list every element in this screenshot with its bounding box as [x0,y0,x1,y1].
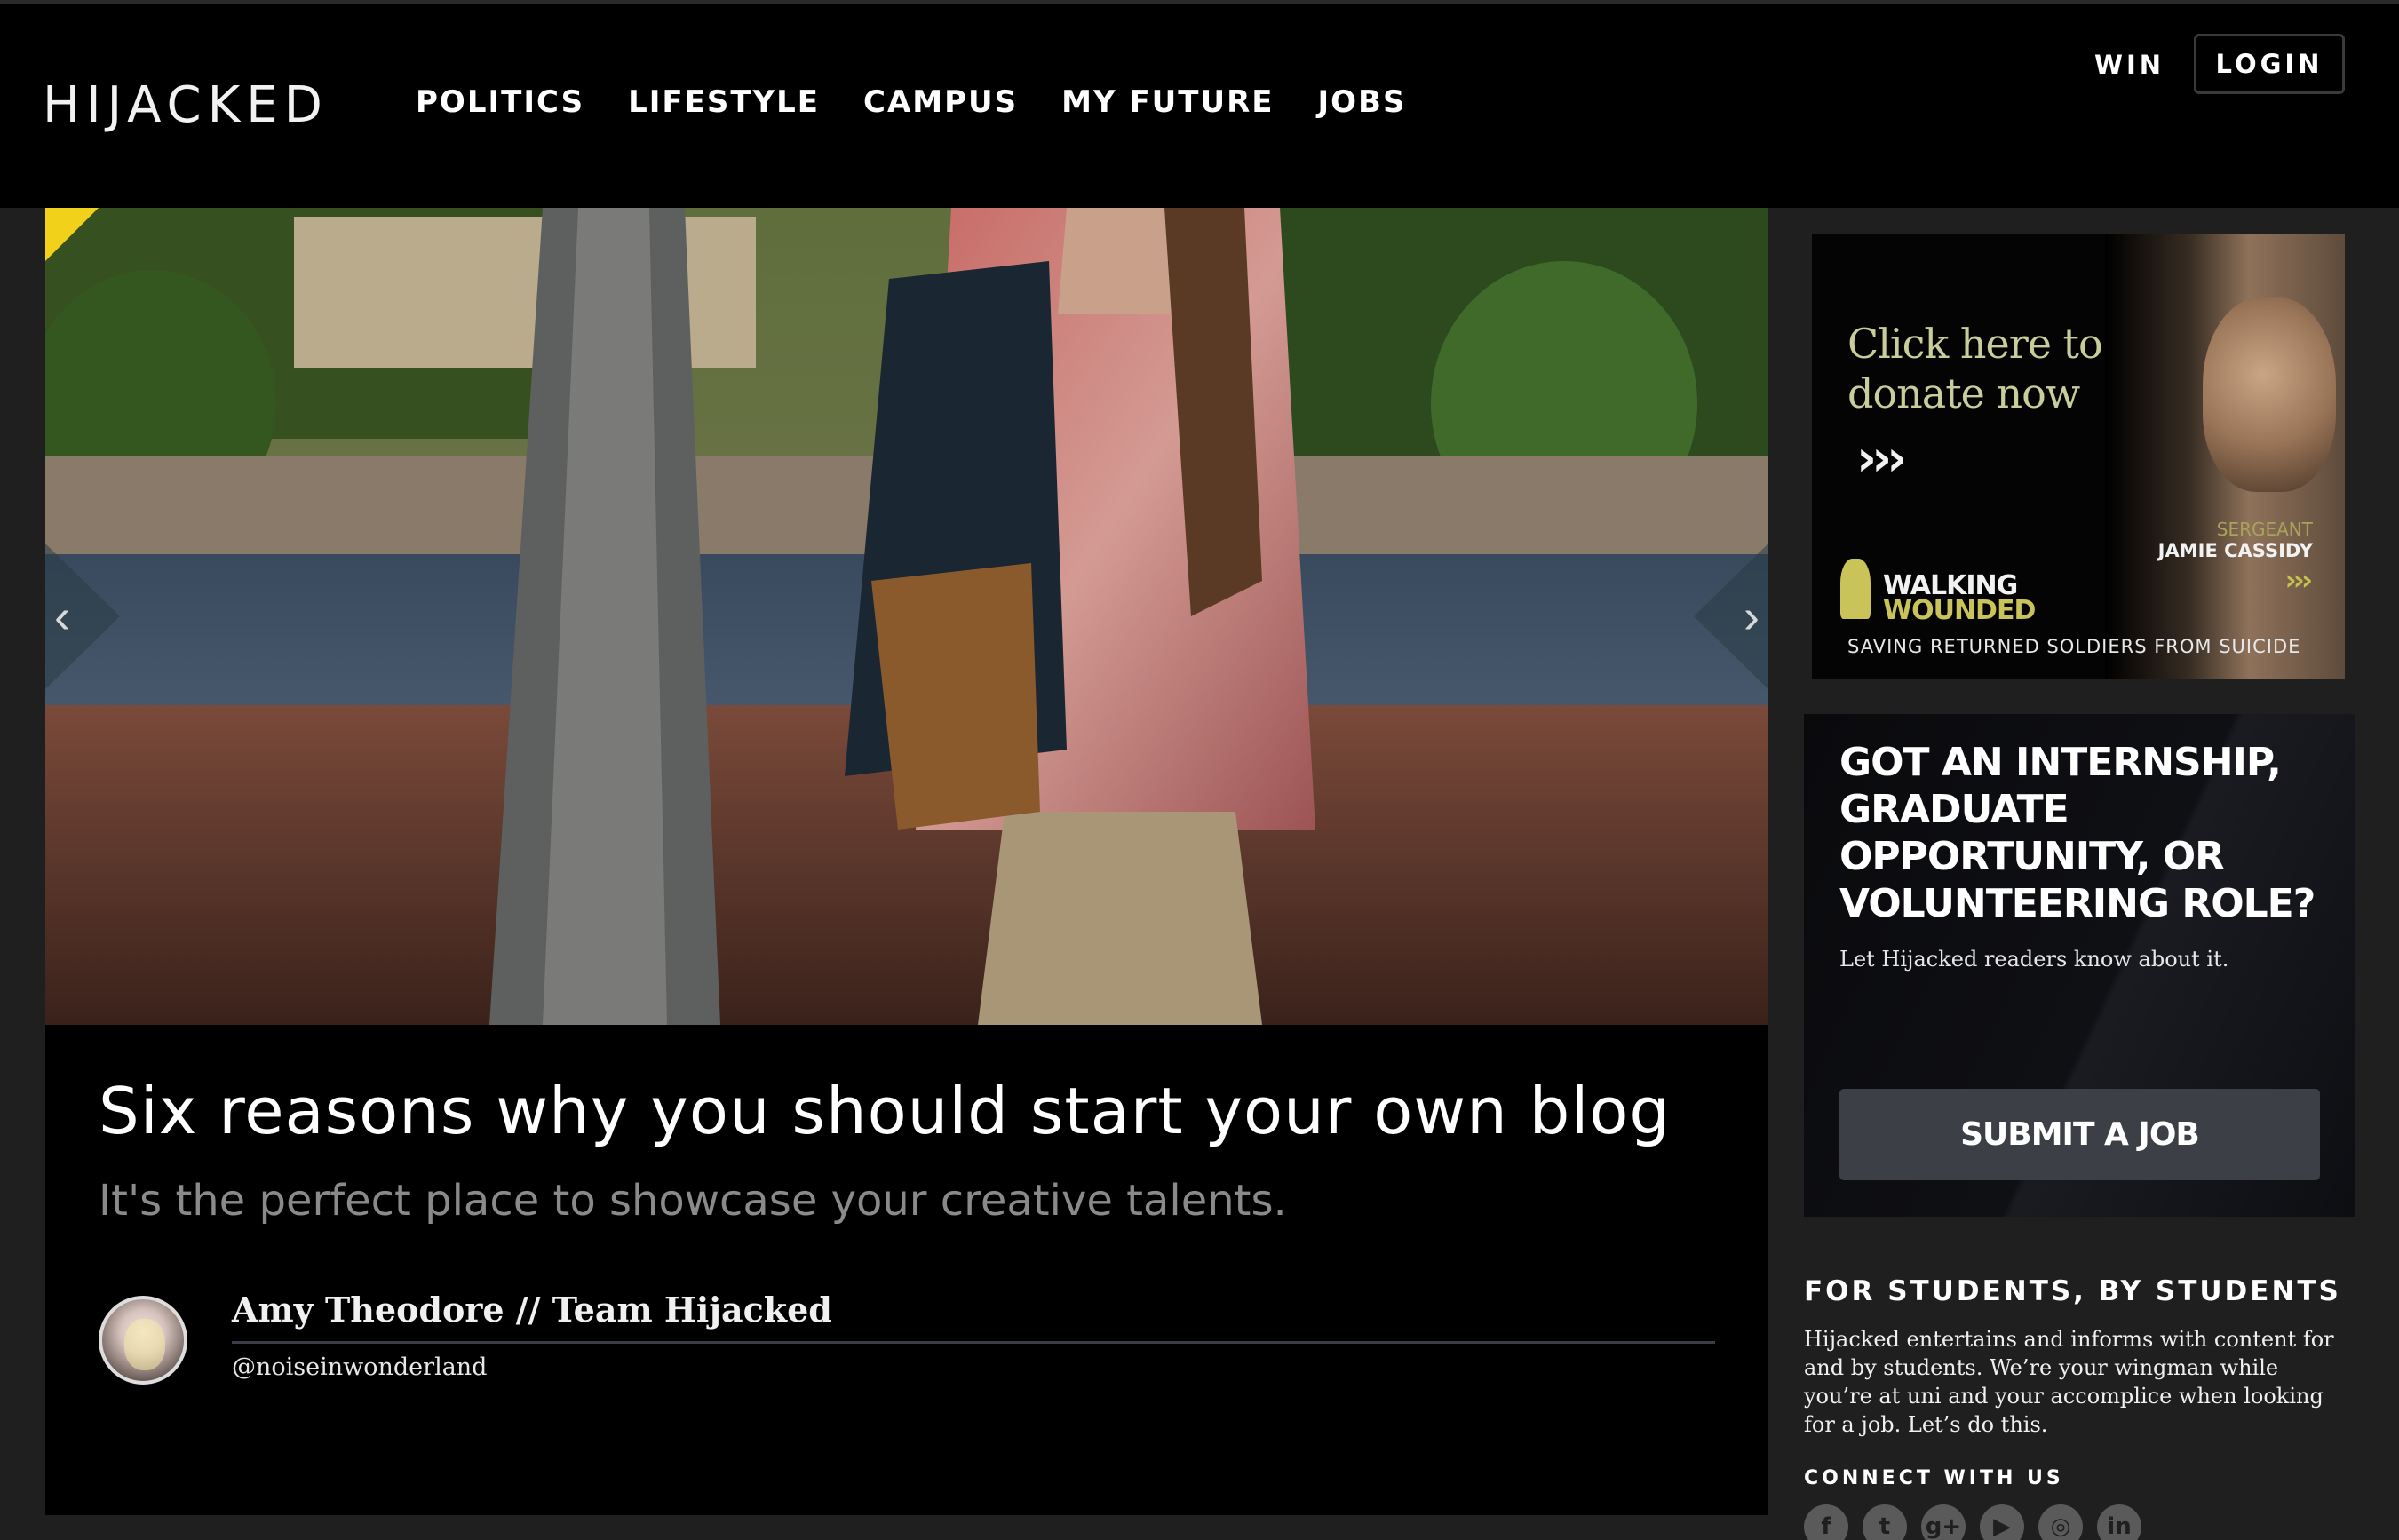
author-handle[interactable]: @noiseinwonderland [232,1353,487,1381]
soldier-silhouette-icon [1840,559,1871,619]
connect-heading: CONNECT WITH US [1804,1467,2064,1489]
about-title: FOR STUDENTS, BY STUDENTS [1804,1275,2341,1307]
nav-my-future[interactable]: MY FUTURE [1061,82,1274,123]
logo-text: HIJACKED [43,76,329,134]
ad-soldier-name: JAMIE CASSIDY [2157,540,2313,561]
linkedin-icon[interactable]: in [2097,1504,2141,1540]
ad-tagline: SAVING RETURNED SOLDIERS FROM SUICIDE [1847,636,2301,657]
hijacked-logo[interactable]: HIJACKED [43,66,322,146]
about-text: Hijacked entertains and informs with con… [1804,1327,2334,1437]
job-panel-title: GOT AN INTERNSHIP, GRADUATE OPPORTUNITY,… [1839,740,2316,926]
featured-corner-flag [45,208,99,261]
submit-job-button[interactable]: SUBMIT A JOB [1839,1089,2320,1180]
chevron-right-icon: › [1744,590,1760,643]
small-chevrons-icon: ››› [2284,563,2313,597]
youtube-icon[interactable]: ▶ [1980,1504,2024,1540]
ad-brand: WALKING WOUNDED [1883,573,2036,626]
twitter-icon[interactable]: t [1863,1504,1907,1540]
main-nav: POLITICS LIFESTYLE CAMPUS MY FUTURE JOBS [416,82,1450,123]
nav-politics[interactable]: POLITICS [416,82,584,123]
article-subhead: It's the perfect place to showcase your … [99,1176,1287,1226]
instagram-icon[interactable]: ◎ [2038,1504,2083,1540]
nav-jobs[interactable]: JOBS [1318,82,1407,123]
hero-image[interactable] [45,208,1768,1025]
facebook-icon[interactable]: f [1804,1504,1848,1540]
article-headline[interactable]: Six reasons why you should start your ow… [99,1074,1671,1148]
ad-rank: SERGEANT [2216,519,2313,540]
nav-campus[interactable]: CAMPUS [863,82,1018,123]
win-link[interactable]: WIN [2094,48,2165,82]
author-name[interactable]: Amy Theodore // Team Hijacked [232,1290,832,1330]
submit-job-panel: GOT AN INTERNSHIP, GRADUATE OPPORTUNITY,… [1804,714,2355,1217]
ad-soldier-portrait [2203,297,2336,492]
login-button[interactable]: LOGIN [2194,34,2345,94]
chevrons-icon: ››› [1856,430,1907,488]
author-avatar[interactable] [99,1296,187,1385]
hero-photo-girl-with-backpack [45,208,1768,1025]
author-divider [232,1341,1715,1344]
chevron-left-icon: ‹ [54,590,70,643]
job-panel-subtitle: Let Hijacked readers know about it. [1839,947,2229,972]
googleplus-icon[interactable]: g+ [1921,1504,1966,1540]
ad-cta-text: Click here to donate now [1847,320,2103,417]
ad-brand-line2: WOUNDED [1883,595,2036,626]
nav-lifestyle[interactable]: LIFESTYLE [628,82,820,123]
article-card: Six reasons why you should start your ow… [45,1025,1768,1515]
social-icons: f t g+ ▶ ◎ in [1804,1504,2141,1540]
top-navigation-bar: HIJACKED POLITICS LIFESTYLE CAMPUS MY FU… [0,0,2399,208]
donate-ad-banner[interactable]: Click here to donate now ››› SERGEANT JA… [1812,234,2345,679]
